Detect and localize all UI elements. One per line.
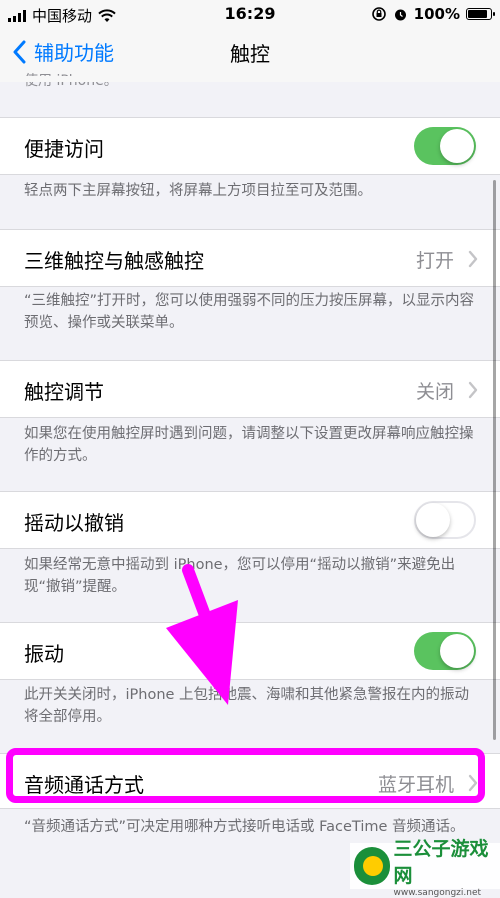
touch-accommodations-row[interactable]: 触控调节 关闭 (0, 360, 500, 418)
shake-to-undo-toggle[interactable] (414, 501, 476, 539)
rotation-lock-icon (371, 6, 387, 22)
watermark-url: www.sangongzi.net (394, 888, 500, 898)
row-label: 触控调节 (24, 376, 104, 405)
row-label: 三维触控与触感触控 (24, 245, 204, 274)
shake-to-undo-footer: 如果经常无意中摇动到 iPhone，您可以停用“摇动以撤销”来避免出现“撤销”提… (24, 554, 480, 598)
reachability-footer: 轻点两下主屏幕按钮，将屏幕上方项目拉至可及范围。 (24, 180, 480, 202)
row-value: 关闭 (416, 377, 454, 404)
vibration-row[interactable]: 振动 (0, 622, 500, 680)
scroll-indicator (493, 180, 496, 740)
watermark-name: 三公子游戏网 (394, 834, 500, 888)
row-value: 蓝牙耳机 (378, 770, 454, 797)
vibration-toggle[interactable] (414, 632, 476, 670)
vibration-footer: 此开关关闭时，iPhone 上包括地震、海啸和其他紧急警报在内的振动将全部停用。 (24, 684, 480, 728)
chevron-right-icon (468, 250, 478, 268)
status-bar: 中国移动 16:29 100% (0, 0, 500, 28)
watermark-logo-icon (354, 847, 390, 885)
call-audio-routing-row[interactable]: 音频通话方式 蓝牙耳机 (0, 753, 500, 809)
alarm-icon (393, 7, 408, 22)
battery-percent: 100% (414, 5, 460, 23)
3d-touch-row[interactable]: 三维触控与触感触控 打开 (0, 229, 500, 287)
site-watermark: 三公子游戏网 www.sangongzi.net (350, 843, 500, 889)
row-label: 摇动以撤销 (24, 507, 124, 536)
page-title: 触控 (0, 38, 500, 67)
3d-touch-footer: “三维触控”打开时，您可以使用强弱不同的压力按压屏幕，以显示内容预览、操作或关联… (24, 290, 480, 334)
row-label: 便捷访问 (24, 133, 104, 162)
row-label: 振动 (24, 638, 64, 667)
row-value: 打开 (416, 246, 454, 273)
battery-icon (466, 8, 492, 20)
chevron-right-icon (468, 774, 478, 792)
shake-to-undo-row[interactable]: 摇动以撤销 (0, 491, 500, 549)
chevron-right-icon (468, 381, 478, 399)
row-label: 音频通话方式 (24, 769, 144, 798)
reachability-toggle[interactable] (414, 127, 476, 165)
reachability-row[interactable]: 便捷访问 (0, 117, 500, 175)
touch-accommodations-footer: 如果您在使用触控屏时遇到问题，请调整以下设置更改屏幕响应触控操作的方式。 (24, 423, 480, 467)
